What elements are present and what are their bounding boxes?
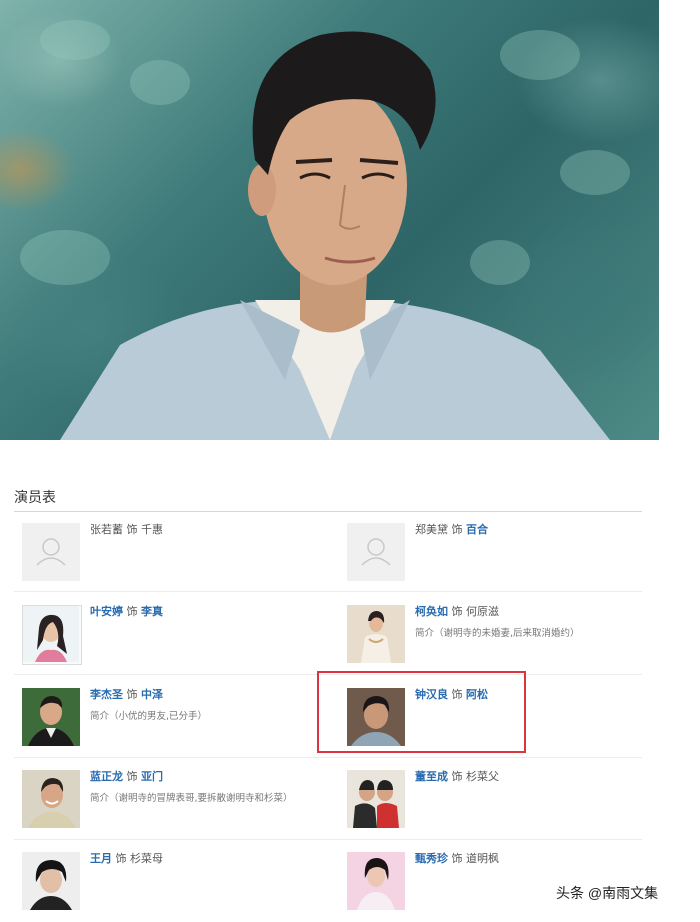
- cast-entry: 张若蓄 饰 千惠: [22, 523, 322, 593]
- role-name: 道明枫: [466, 852, 499, 865]
- role-verb: 饰: [451, 852, 463, 865]
- role-link[interactable]: 中泽: [141, 688, 163, 701]
- role-verb: 饰: [126, 523, 138, 536]
- watermark: 头条 @南雨文集: [556, 885, 659, 901]
- cast-entry: 董至成 饰 杉菜父: [347, 770, 647, 840]
- cast-entry: 蓝正龙 饰 亚门 简介（谢明寺的冒牌表哥,要拆散谢明寺和杉菜）: [22, 770, 322, 840]
- highlight-box: [317, 671, 526, 753]
- actor-photo[interactable]: [22, 770, 80, 828]
- role-name: 千惠: [141, 523, 163, 536]
- role-intro: 简介（谢明寺的未婚妻,后来取消婚约）: [415, 628, 580, 639]
- role-verb: 饰: [451, 523, 463, 536]
- role-verb: 饰: [451, 605, 463, 618]
- actor-photo[interactable]: [22, 688, 80, 746]
- actor-photo[interactable]: [347, 770, 405, 828]
- role-verb: 饰: [126, 688, 138, 701]
- actor-link[interactable]: 李杰圣: [90, 688, 123, 701]
- role-verb: 饰: [126, 605, 138, 618]
- cast-entry: 李杰圣 饰 中泽 简介（小优的男友,已分手）: [22, 688, 322, 758]
- actor-name: 郑美黛: [415, 523, 448, 536]
- actor-link[interactable]: 柯奂如: [415, 605, 448, 618]
- actor-link[interactable]: 叶安婷: [90, 605, 123, 618]
- role-verb: 饰: [451, 770, 463, 783]
- role-intro: 简介（谢明寺的冒牌表哥,要拆散谢明寺和杉菜）: [90, 793, 293, 804]
- actor-name: 张若蓄: [90, 523, 123, 536]
- role-link[interactable]: 李真: [141, 605, 163, 618]
- actor-link[interactable]: 甄秀珍: [415, 852, 448, 865]
- portrait-figure: [60, 31, 610, 440]
- actor-link[interactable]: 王月: [90, 852, 112, 865]
- cast-entry: 叶安婷 饰 李真: [22, 605, 322, 675]
- role-name: 何原滋: [466, 605, 499, 618]
- role-link[interactable]: 亚门: [141, 770, 163, 783]
- hero-photo: [0, 0, 659, 440]
- role-name: 杉菜母: [130, 852, 163, 865]
- actor-link[interactable]: 蓝正龙: [90, 770, 123, 783]
- cast-list-heading: 演员表: [14, 490, 56, 506]
- role-intro: 简介（小优的男友,已分手）: [90, 711, 208, 722]
- role-verb: 饰: [126, 770, 138, 783]
- actor-photo[interactable]: [347, 852, 405, 910]
- heading-divider: [14, 511, 642, 512]
- actor-link[interactable]: 董至成: [415, 770, 448, 783]
- placeholder-avatar-icon: [347, 523, 405, 581]
- cast-entry: 郑美黛 饰 百合: [347, 523, 647, 593]
- cast-entry: 柯奂如 饰 何原滋 简介（谢明寺的未婚妻,后来取消婚约）: [347, 605, 647, 675]
- role-name: 杉菜父: [466, 770, 499, 783]
- role-verb: 饰: [115, 852, 127, 865]
- cast-entry: 王月 饰 杉菜母: [22, 852, 322, 922]
- actor-photo[interactable]: [347, 605, 405, 663]
- actor-photo[interactable]: [22, 852, 80, 910]
- role-link[interactable]: 百合: [466, 523, 488, 536]
- placeholder-avatar-icon: [22, 523, 80, 581]
- actor-photo[interactable]: [22, 605, 82, 665]
